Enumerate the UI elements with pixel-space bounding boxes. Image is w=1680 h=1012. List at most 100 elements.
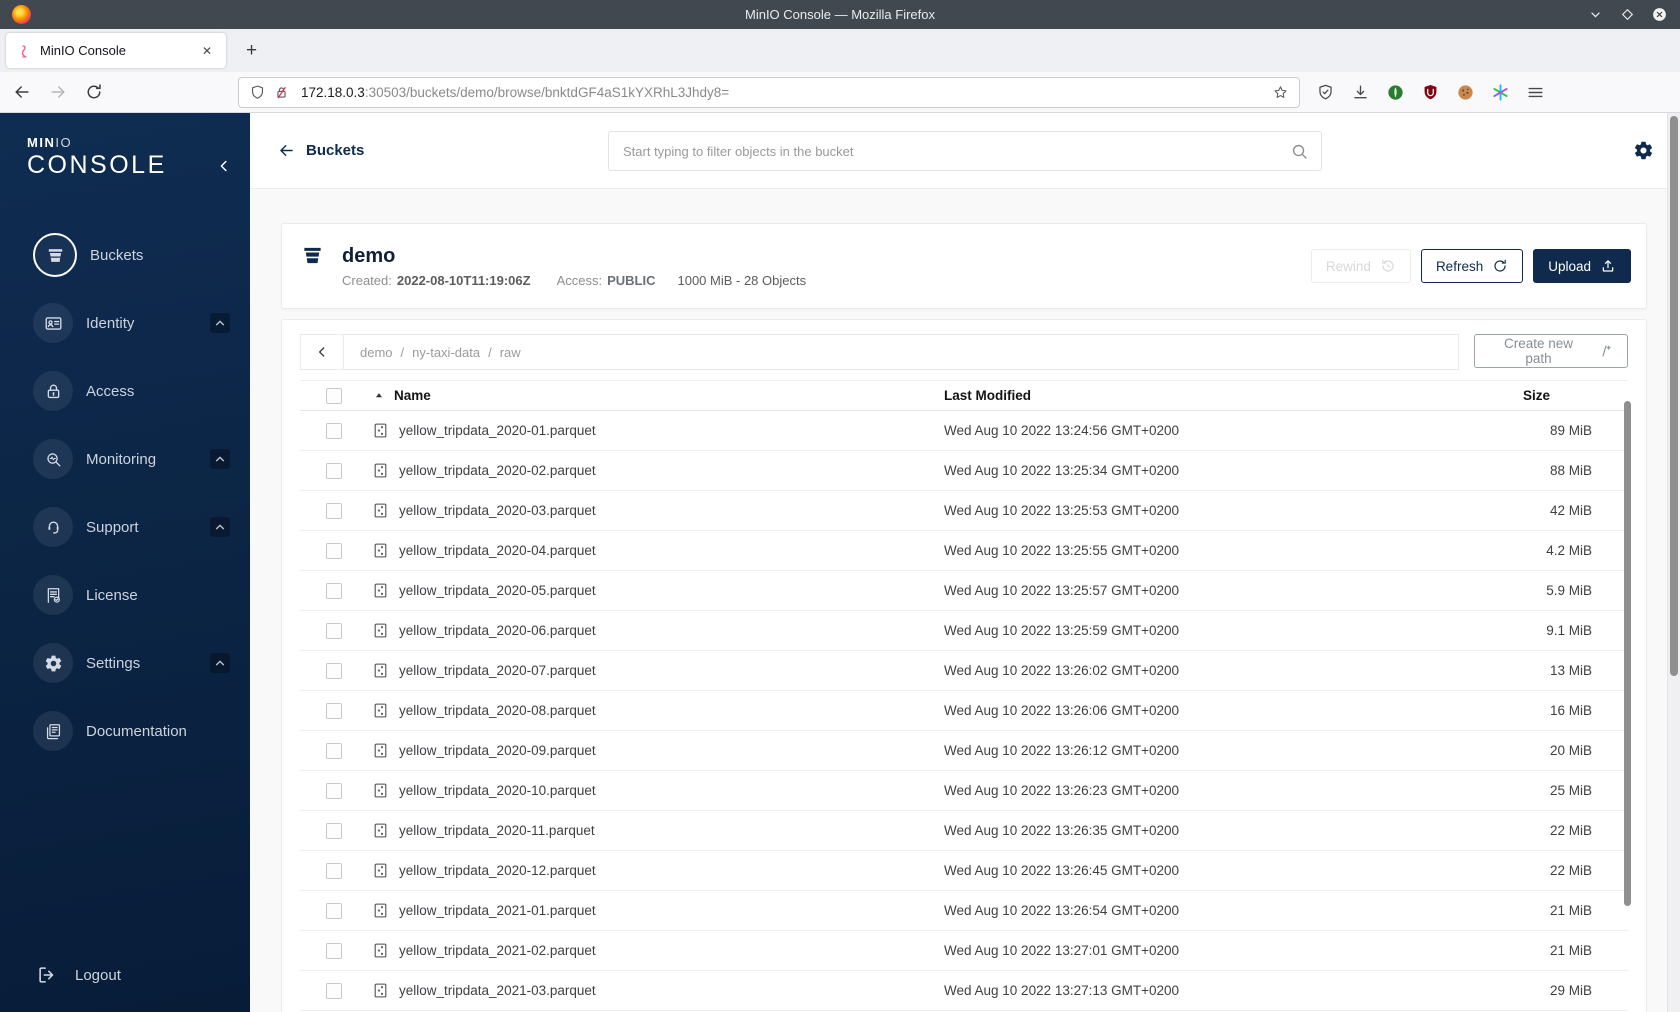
row-checkbox[interactable] [326, 902, 342, 919]
sidebar-item-logout[interactable]: Logout [0, 964, 250, 986]
row-checkbox[interactable] [326, 982, 342, 999]
select-all-checkbox[interactable] [326, 387, 342, 404]
path-back-button[interactable] [300, 334, 344, 370]
settings-gear-icon[interactable] [1633, 140, 1654, 161]
back-to-buckets-link[interactable]: Buckets [277, 141, 364, 160]
sidebar-item-documentation[interactable]: Documentation [33, 710, 230, 752]
object-row[interactable]: yellow_tripdata_2021-01.parquet Wed Aug … [300, 891, 1628, 931]
object-row[interactable]: yellow_tripdata_2020-06.parquet Wed Aug … [300, 611, 1628, 651]
row-checkbox[interactable] [326, 862, 342, 879]
rewind-button[interactable]: Rewind [1310, 249, 1411, 283]
menu-hamburger-icon[interactable] [1526, 83, 1545, 102]
sidebar-item-monitoring[interactable]: Monitoring [33, 438, 230, 480]
row-checkbox[interactable] [326, 502, 342, 519]
upload-button[interactable]: Upload [1533, 249, 1631, 283]
object-row[interactable]: yellow_tripdata_2021-02.parquet Wed Aug … [300, 931, 1628, 971]
window-titlebar[interactable]: MinIO Console — Mozilla Firefox [0, 0, 1680, 29]
window-close-icon[interactable] [1651, 6, 1668, 23]
row-checkbox[interactable] [326, 702, 342, 719]
sidebar-item-support[interactable]: Support [33, 506, 230, 548]
sidebar-item-access[interactable]: Access [33, 370, 230, 412]
page-scrollbar[interactable] [1667, 113, 1680, 1012]
object-row[interactable]: yellow_tripdata_2020-02.parquet Wed Aug … [300, 451, 1628, 491]
object-name[interactable]: yellow_tripdata_2020-04.parquet [399, 543, 596, 558]
row-checkbox[interactable] [326, 662, 342, 679]
object-row[interactable]: yellow_tripdata_2021-03.parquet Wed Aug … [300, 971, 1628, 1011]
object-name[interactable]: yellow_tripdata_2020-06.parquet [399, 623, 596, 638]
column-header-last-modified[interactable]: Last Modified [944, 388, 1499, 403]
breadcrumb-item[interactable]: raw [500, 345, 521, 360]
table-scrollbar[interactable] [1624, 401, 1631, 906]
refresh-button[interactable]: Refresh [1420, 249, 1524, 283]
row-checkbox[interactable] [326, 742, 342, 759]
url-bar[interactable]: 172.18.0.3:30503/buckets/demo/browse/bnk… [238, 76, 1300, 108]
create-new-path-button[interactable]: Create new path [1474, 334, 1628, 368]
forward-button[interactable] [48, 82, 68, 102]
permissions-shield-icon[interactable] [249, 84, 266, 101]
object-name[interactable]: yellow_tripdata_2021-03.parquet [399, 983, 596, 998]
object-row[interactable]: yellow_tripdata_2020-08.parquet Wed Aug … [300, 691, 1628, 731]
object-row[interactable]: yellow_tripdata_2020-12.parquet Wed Aug … [300, 851, 1628, 891]
ublock-extension-icon[interactable] [1421, 83, 1440, 102]
object-row[interactable]: yellow_tripdata_2020-01.parquet Wed Aug … [300, 411, 1628, 451]
sort-ascending-icon[interactable] [372, 389, 386, 403]
back-button[interactable] [12, 82, 32, 102]
sidebar-collapse-icon[interactable] [215, 157, 233, 175]
object-row[interactable]: yellow_tripdata_2020-07.parquet Wed Aug … [300, 651, 1628, 691]
downloads-icon[interactable] [1351, 83, 1370, 102]
url-text[interactable]: 172.18.0.3:30503/buckets/demo/browse/bnk… [301, 85, 1265, 100]
column-header-size[interactable]: Size [1499, 388, 1628, 403]
extension-green-icon[interactable] [1386, 83, 1405, 102]
object-name[interactable]: yellow_tripdata_2020-08.parquet [399, 703, 596, 718]
sidebar-item-license[interactable]: License [33, 574, 230, 616]
chevron-up-icon[interactable] [210, 517, 230, 537]
object-name[interactable]: yellow_tripdata_2020-03.parquet [399, 503, 596, 518]
sidebar-item-settings[interactable]: Settings [33, 642, 230, 684]
asterisk-extension-icon[interactable] [1491, 83, 1510, 102]
object-name[interactable]: yellow_tripdata_2020-12.parquet [399, 863, 596, 878]
row-checkbox[interactable] [326, 542, 342, 559]
object-name[interactable]: yellow_tripdata_2021-02.parquet [399, 943, 596, 958]
page-scrollbar-thumb[interactable] [1670, 116, 1678, 676]
protections-shield-icon[interactable] [1316, 83, 1335, 102]
object-row[interactable]: yellow_tripdata_2020-05.parquet Wed Aug … [300, 571, 1628, 611]
object-name[interactable]: yellow_tripdata_2020-05.parquet [399, 583, 596, 598]
object-name[interactable]: yellow_tripdata_2020-10.parquet [399, 783, 596, 798]
cookie-extension-icon[interactable] [1456, 83, 1475, 102]
browser-tab-minio-console[interactable]: MinIO Console ✕ [6, 33, 226, 68]
object-row[interactable]: yellow_tripdata_2020-11.parquet Wed Aug … [300, 811, 1628, 851]
object-row[interactable]: yellow_tripdata_2020-09.parquet Wed Aug … [300, 731, 1628, 771]
object-row[interactable]: yellow_tripdata_2020-04.parquet Wed Aug … [300, 531, 1628, 571]
object-name[interactable]: yellow_tripdata_2021-01.parquet [399, 903, 596, 918]
sidebar-item-buckets[interactable]: Buckets [33, 233, 230, 277]
window-minimize-icon[interactable] [1587, 6, 1604, 23]
row-checkbox[interactable] [326, 822, 342, 839]
row-checkbox[interactable] [326, 422, 342, 439]
insecure-lock-icon[interactable] [273, 84, 290, 101]
row-checkbox[interactable] [326, 582, 342, 599]
row-checkbox[interactable] [326, 462, 342, 479]
object-row[interactable]: yellow_tripdata_2020-10.parquet Wed Aug … [300, 771, 1628, 811]
object-name[interactable]: yellow_tripdata_2020-11.parquet [399, 823, 595, 838]
row-checkbox[interactable] [326, 782, 342, 799]
tab-close-icon[interactable]: ✕ [198, 42, 216, 60]
chevron-up-icon[interactable] [210, 313, 230, 333]
breadcrumb-item[interactable]: ny-taxi-data [412, 345, 480, 360]
object-filter-input[interactable] [623, 143, 1290, 159]
object-name[interactable]: yellow_tripdata_2020-01.parquet [399, 423, 596, 438]
column-header-name[interactable]: Name [394, 388, 431, 403]
object-name[interactable]: yellow_tripdata_2020-07.parquet [399, 663, 596, 678]
reload-button[interactable] [84, 82, 104, 102]
new-tab-button[interactable]: + [234, 38, 269, 64]
sidebar-item-identity[interactable]: Identity [33, 302, 230, 344]
chevron-up-icon[interactable] [210, 449, 230, 469]
object-row[interactable]: yellow_tripdata_2020-03.parquet Wed Aug … [300, 491, 1628, 531]
object-name[interactable]: yellow_tripdata_2020-09.parquet [399, 743, 596, 758]
row-checkbox[interactable] [326, 622, 342, 639]
row-checkbox[interactable] [326, 942, 342, 959]
chevron-up-icon[interactable] [210, 653, 230, 673]
bookmark-star-icon[interactable] [1272, 84, 1289, 101]
window-maximize-icon[interactable] [1619, 6, 1636, 23]
breadcrumb-item[interactable]: demo [360, 345, 393, 360]
object-name[interactable]: yellow_tripdata_2020-02.parquet [399, 463, 596, 478]
